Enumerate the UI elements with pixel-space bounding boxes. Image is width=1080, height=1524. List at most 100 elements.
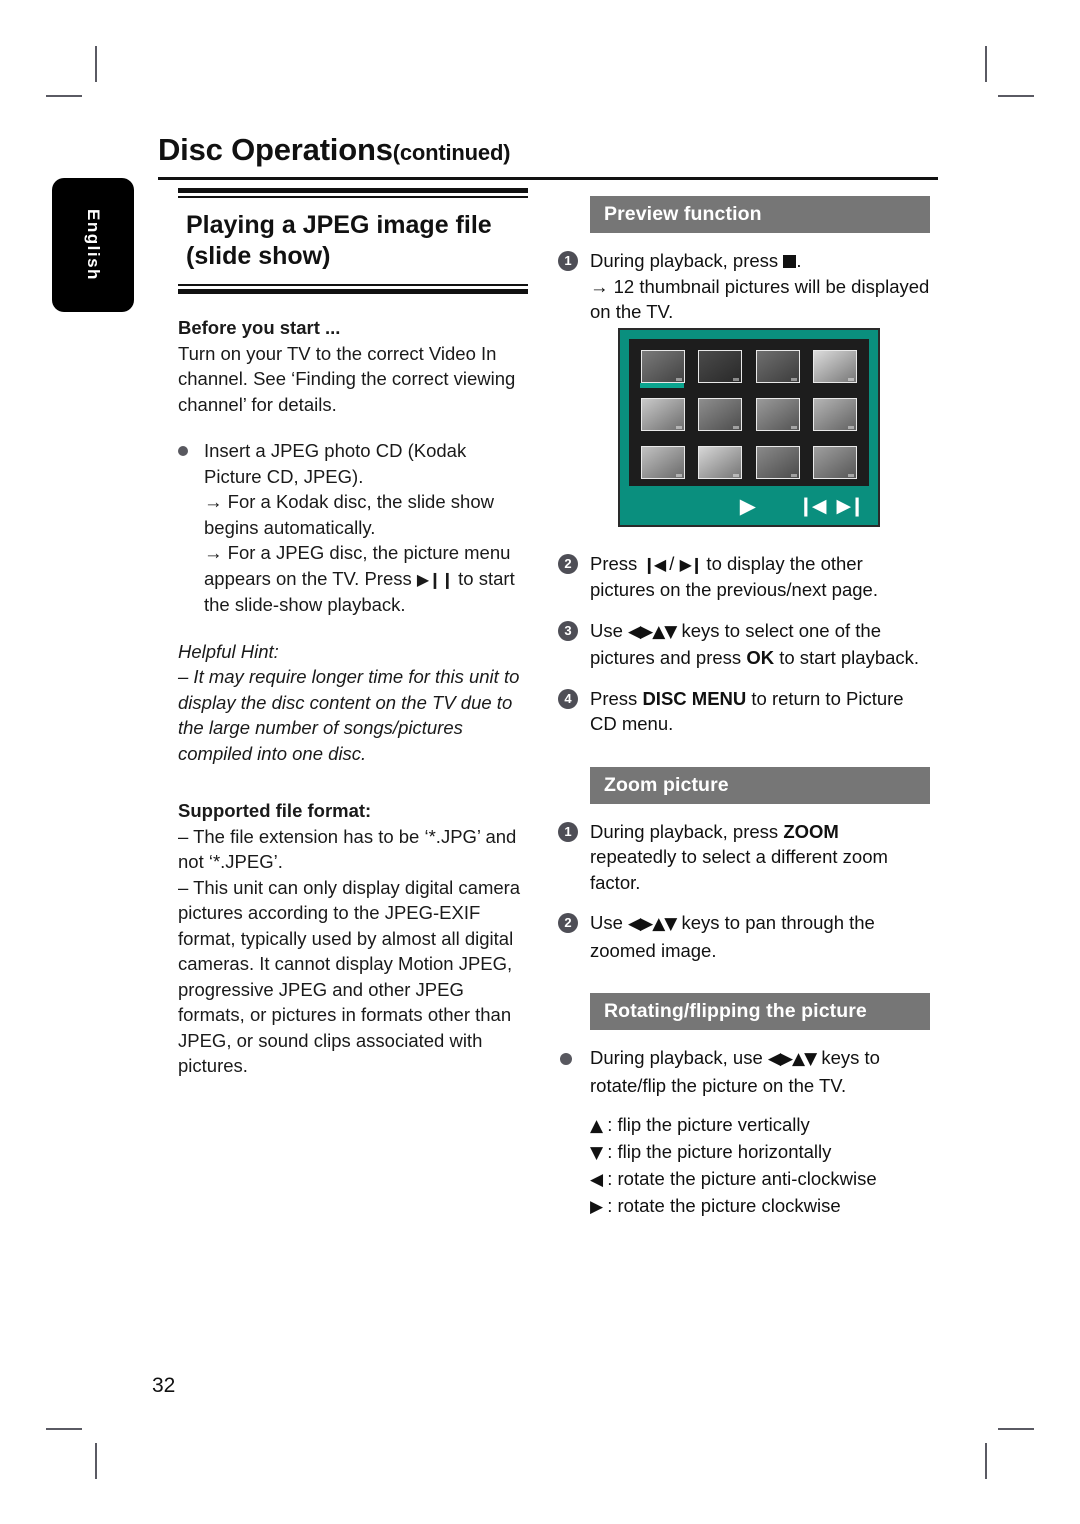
- language-tab: English: [52, 178, 134, 312]
- crop-mark-bottom-left-vertical: [95, 1443, 97, 1479]
- preview-step-2: 2 Press ❙◀ / ▶❙ to display the other pic…: [558, 551, 930, 603]
- tv-playback-controls: ▶ ❙◀ ▶❙: [629, 486, 869, 526]
- tv-preview-figure: ▶ ❙◀ ▶❙: [618, 328, 880, 527]
- before-you-start-text: Turn on your TV to the correct Video In …: [178, 342, 516, 415]
- crop-mark-bottom-right-horizontal: [998, 1428, 1034, 1430]
- preview-step-1-body: During playback, press . → 12 thumbnail …: [590, 248, 930, 325]
- thumbnail-image: [640, 349, 685, 383]
- thumbnail-selection-bar: [640, 383, 685, 389]
- thumbnail-image: [698, 446, 743, 480]
- zoom-key-label: ZOOM: [783, 820, 839, 842]
- preview-step-3-post: to start playback.: [774, 647, 920, 668]
- section-title-line1: Playing a JPEG image file: [186, 211, 492, 239]
- arrow-down-icon: ▼: [590, 1143, 603, 1163]
- preview-step-2-pre: Press: [590, 552, 643, 574]
- thumbnail-image: [755, 446, 800, 480]
- previous-page-icon: ❙◀: [797, 494, 827, 517]
- helpful-hint-heading: Helpful Hint:: [178, 640, 279, 662]
- zoom-step-2: 2 Use ◀▶▲▼ keys to pan through the zoome…: [558, 910, 930, 963]
- rotating-flipping-bar: Rotating/flipping the picture: [590, 993, 930, 1030]
- helpful-hint-text: – It may require longer time for this un…: [178, 666, 520, 764]
- step-number-badge: 3: [558, 620, 578, 641]
- insert-arrow-2: → For a JPEG disc, the picture menu appe…: [204, 540, 528, 618]
- previous-track-icon: ❙◀: [642, 554, 666, 574]
- insert-arrow-1: → For a Kodak disc, the slide show begin…: [204, 491, 494, 538]
- rotating-key-desc: : rotate the picture anti-clockwise: [607, 1168, 877, 1189]
- crop-mark-top-left-horizontal: [46, 95, 82, 97]
- rotating-key-desc: : flip the picture vertically: [607, 1114, 810, 1135]
- thumbnail-image: [813, 349, 858, 383]
- thumbnail-image: [698, 397, 743, 431]
- bullet-dot-icon: [560, 1053, 572, 1065]
- thumbnail-cell[interactable]: [639, 443, 686, 483]
- rotating-bullet: During playback, use ◀▶▲▼ keys to rotate…: [558, 1045, 930, 1098]
- preview-function-bar: Preview function: [590, 196, 930, 233]
- crop-mark-top-left-vertical: [95, 46, 97, 82]
- thumbnail-cell[interactable]: [697, 443, 744, 483]
- thumbnail-image: [640, 397, 685, 431]
- preview-step-1: 1 During playback, press . → 12 thumbnai…: [558, 248, 930, 325]
- thumbnail-cell[interactable]: [754, 394, 801, 434]
- next-page-icon: ▶❙: [836, 494, 865, 517]
- step-number-badge: 2: [558, 913, 578, 933]
- thumbnail-cell[interactable]: [639, 394, 686, 434]
- preview-step-3: 3 Use ◀▶▲▼ keys to select one of the pic…: [558, 618, 930, 671]
- step-number-badge: 4: [558, 688, 578, 709]
- stop-square-icon: [783, 255, 797, 268]
- crop-mark-bottom-left-horizontal: [46, 1428, 82, 1430]
- thumbnail-cell[interactable]: [812, 443, 859, 483]
- page-title-main: Disc Operations: [158, 132, 393, 167]
- dpad-arrows-icon: ◀▶▲▼: [767, 1049, 817, 1069]
- thumbnail-cell[interactable]: [697, 394, 744, 434]
- preview-step-4-body: Press DISC MENU to return to Picture CD …: [590, 686, 930, 737]
- play-pause-icon: ▶❙❙: [416, 569, 454, 589]
- preview-step-4: 4 Press DISC MENU to return to Picture C…: [558, 686, 930, 737]
- thumbnail-grid: [629, 339, 869, 486]
- preview-step-2-sep: /: [664, 552, 680, 574]
- preview-step-4-pre: Press: [590, 687, 643, 709]
- zoom-step-1-body: During playback, press ZOOM repeatedly t…: [590, 819, 930, 896]
- thumbnail-image: [640, 446, 685, 480]
- zoom-picture-bar: Zoom picture: [590, 766, 930, 804]
- thumbnail-cell[interactable]: [754, 346, 801, 386]
- rotating-bullet-pre: During playback, use: [590, 1047, 768, 1068]
- supported-format-item-1: – The file extension has to be ‘*.JPG’ a…: [178, 825, 517, 873]
- thumbnail-cell[interactable]: [812, 394, 859, 434]
- preview-step-1-post: .: [796, 250, 802, 271]
- list-item: ◀ : rotate the picture anti-clockwise: [590, 1166, 930, 1193]
- thumbnail-cell[interactable]: [754, 443, 801, 483]
- crop-mark-top-right-vertical: [985, 46, 987, 82]
- supported-format-item-2: – This unit can only display digital cam…: [178, 876, 521, 1077]
- step-number-badge: 2: [558, 553, 578, 574]
- thumbnail-cell[interactable]: [812, 346, 859, 386]
- thumbnail-cell[interactable]: [639, 346, 686, 389]
- zoom-step-1-post: repeatedly to select a different zoom fa…: [590, 846, 888, 893]
- preview-step-1-arrow: → 12 thumbnail pictures will be displaye…: [590, 275, 930, 323]
- page-number: 32: [152, 1374, 176, 1397]
- preview-step-3-pre: Use: [590, 619, 629, 641]
- thumbnail-image: [755, 397, 800, 431]
- rotating-bullet-body: During playback, use ◀▶▲▼ keys to rotate…: [590, 1045, 930, 1098]
- thumbnail-cell[interactable]: [697, 346, 744, 386]
- arrow-up-icon: ▲: [590, 1116, 603, 1136]
- crop-mark-top-right-horizontal: [998, 95, 1034, 97]
- play-icon: ▶: [739, 493, 756, 518]
- zoom-step-1-pre: During playback, press: [590, 820, 784, 842]
- preview-step-3-body: Use ◀▶▲▼ keys to select one of the pictu…: [590, 618, 930, 671]
- thumbnail-image: [755, 349, 800, 383]
- zoom-step-1: 1 During playback, press ZOOM repeatedly…: [558, 819, 930, 896]
- thumbnail-image: [813, 397, 858, 431]
- page-title-suffix: (continued): [392, 140, 511, 165]
- ok-key-label: OK: [746, 647, 775, 668]
- supported-format-heading: Supported file format:: [178, 800, 372, 821]
- dpad-arrows-icon: ◀▶▲▼: [628, 621, 677, 642]
- rotating-key-desc: : rotate the picture clockwise: [607, 1195, 841, 1216]
- before-you-start-heading: Before you start ...: [178, 317, 341, 338]
- section-rule-top-thick: [178, 188, 528, 193]
